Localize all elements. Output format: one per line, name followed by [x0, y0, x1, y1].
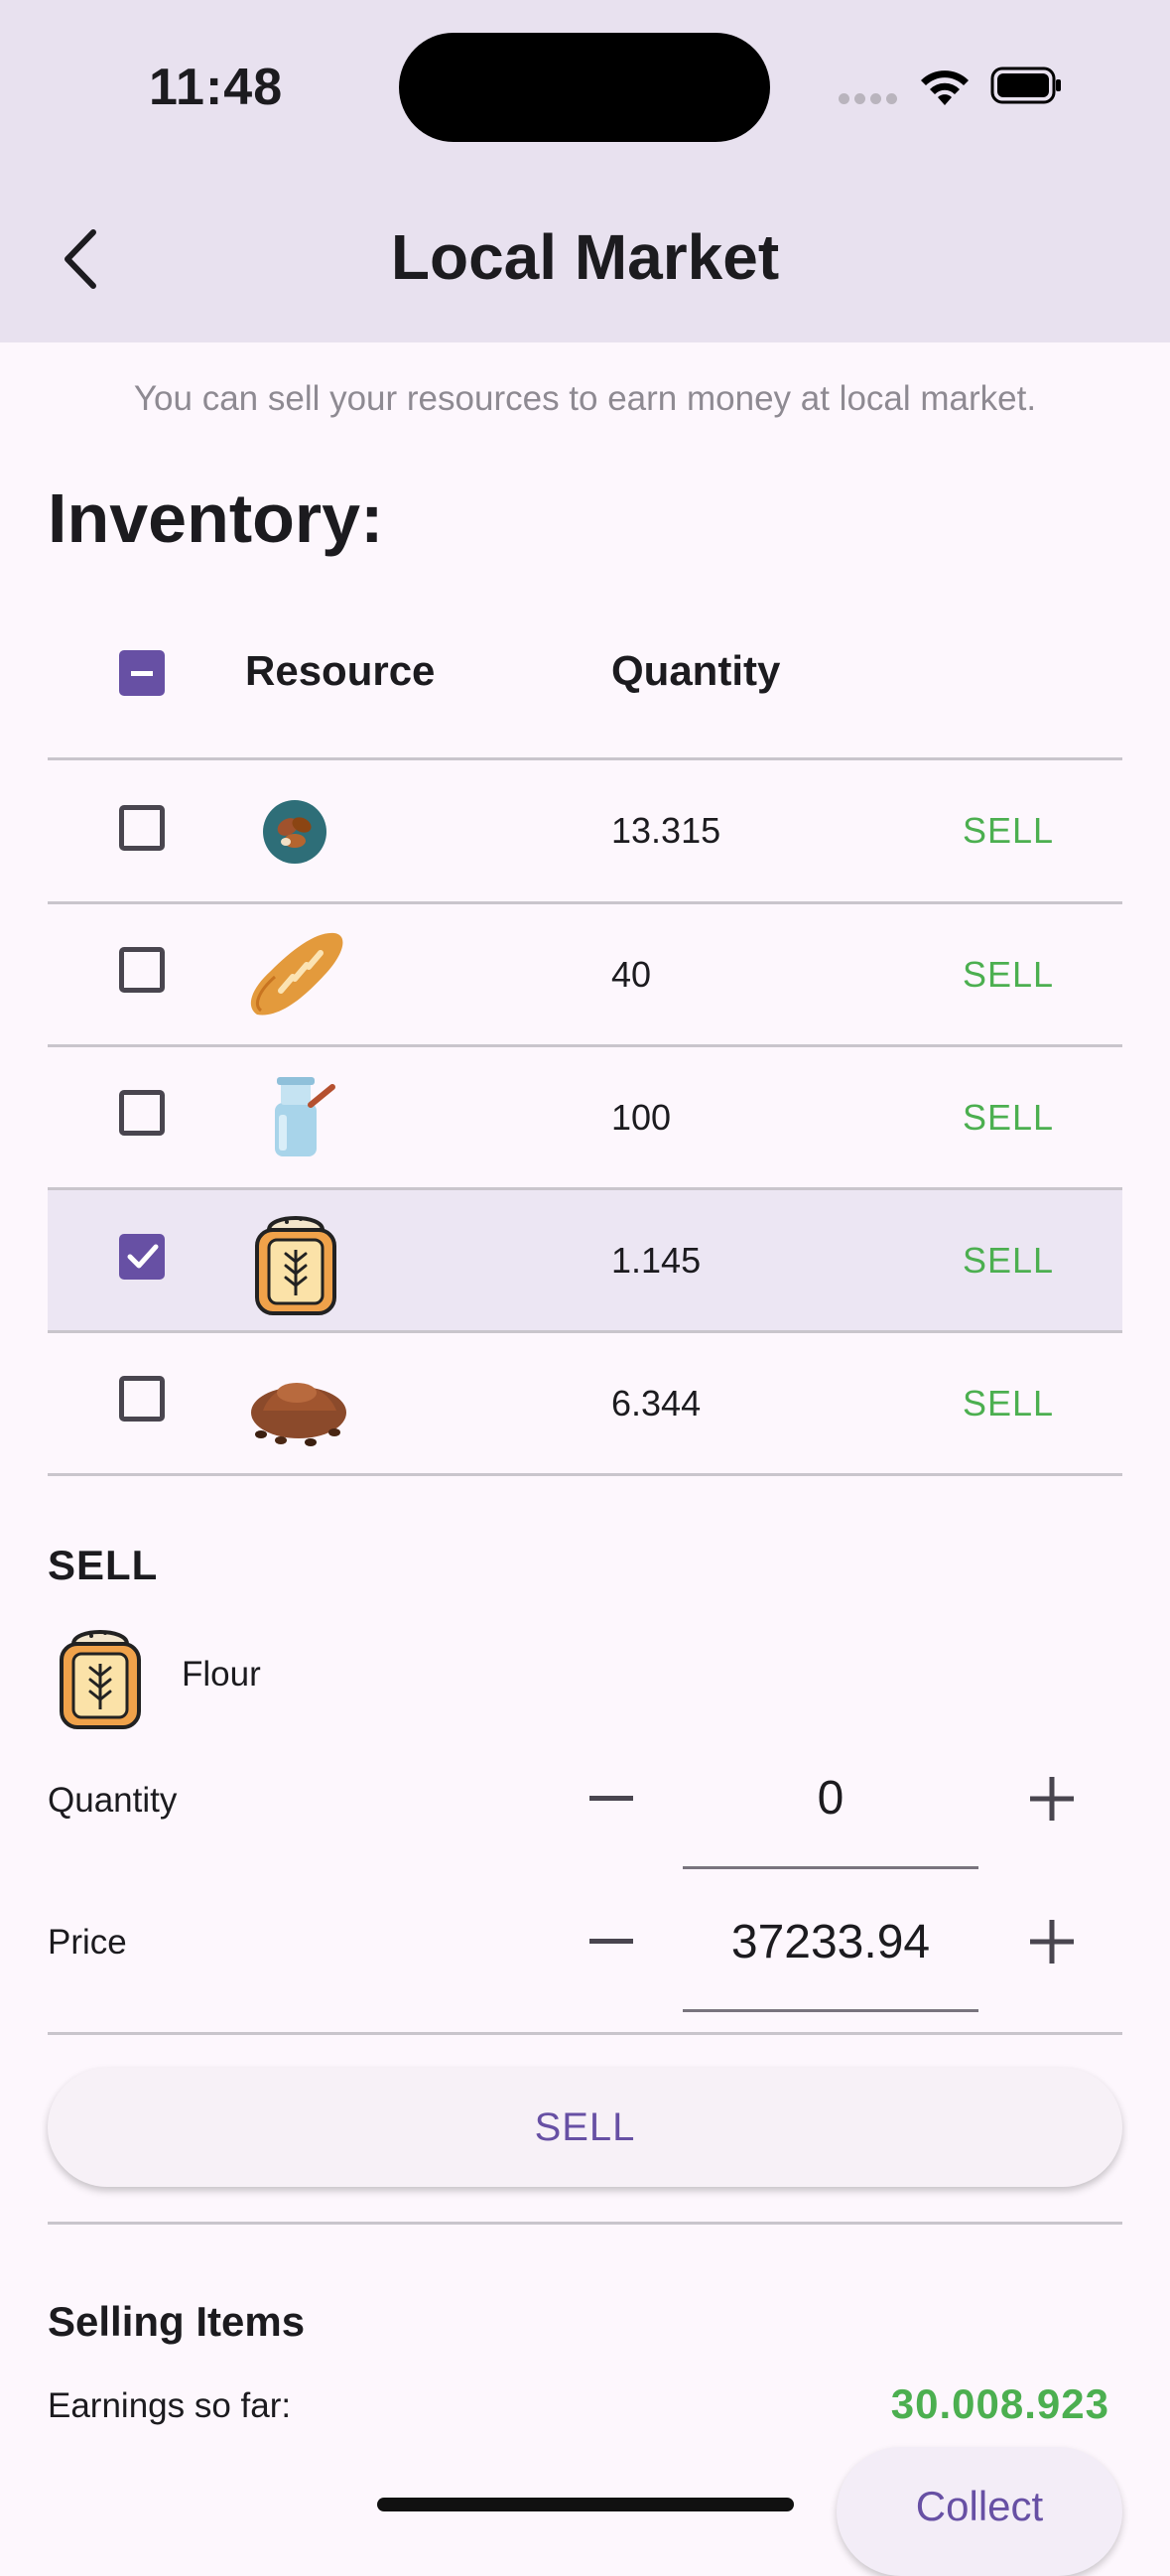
- market-description: You can sell your resources to earn mone…: [133, 379, 1037, 418]
- selected-item-name: Flour: [182, 1655, 261, 1694]
- quantity-input[interactable]: 0: [683, 1771, 978, 1826]
- row-sell-button[interactable]: SELL: [963, 954, 1054, 996]
- flour-sack-icon: [60, 1630, 141, 1729]
- row-checkbox[interactable]: [119, 947, 165, 993]
- row-sell-button[interactable]: SELL: [963, 810, 1054, 852]
- plus-icon[interactable]: [1028, 1918, 1076, 1966]
- cocoa-powder-icon: [251, 1383, 346, 1446]
- row-sell-button[interactable]: SELL: [963, 1383, 1054, 1424]
- row-checkbox[interactable]: [119, 805, 165, 851]
- price-label: Price: [48, 1923, 127, 1962]
- cocoa-beans-icon: [263, 800, 326, 864]
- page-title: Local Market: [390, 221, 780, 293]
- divider: [48, 1473, 1122, 1476]
- table-row: 13.315 SELL: [48, 760, 1122, 903]
- row-checkbox[interactable]: [119, 1090, 165, 1136]
- inventory-heading: Inventory:: [48, 479, 384, 557]
- cellular-signal-icon: [839, 93, 898, 105]
- row-quantity: 6.344: [611, 1383, 702, 1424]
- table-row: 6.344 SELL: [48, 1333, 1122, 1476]
- column-header-resource: Resource: [245, 647, 436, 694]
- dynamic-island: [399, 33, 770, 142]
- status-time: 11:48: [149, 59, 284, 116]
- bread-icon: [250, 932, 343, 1016]
- wifi-icon: [921, 70, 969, 105]
- quantity-label: Quantity: [48, 1781, 178, 1820]
- minus-icon[interactable]: [587, 1922, 635, 1962]
- flour-sack-icon: [255, 1216, 336, 1315]
- row-sell-button[interactable]: SELL: [963, 1097, 1054, 1139]
- divider: [48, 2032, 1122, 2035]
- earnings-value: 30.008.923: [890, 2380, 1109, 2427]
- row-quantity: 1.145: [611, 1240, 702, 1281]
- table-row: 40 SELL: [48, 904, 1122, 1047]
- selling-items-heading: Selling Items: [48, 2298, 306, 2345]
- table-row-selected: 1.145 SELL: [48, 1190, 1122, 1333]
- row-checkbox[interactable]: [119, 1376, 165, 1422]
- battery-icon: [990, 67, 1061, 104]
- row-sell-button[interactable]: SELL: [963, 1240, 1054, 1282]
- row-checkbox-checked[interactable]: [119, 1234, 165, 1280]
- row-quantity: 100: [611, 1097, 672, 1138]
- sell-button[interactable]: SELL: [48, 2068, 1122, 2187]
- column-header-quantity: Quantity: [611, 647, 781, 694]
- sell-section-heading: SELL: [48, 1542, 159, 1588]
- plus-icon[interactable]: [1028, 1775, 1076, 1823]
- collect-button[interactable]: Collect: [837, 2447, 1122, 2576]
- table-row: 100 SELL: [48, 1047, 1122, 1190]
- select-all-checkbox[interactable]: [119, 650, 165, 696]
- divider: [48, 2222, 1122, 2225]
- row-quantity: 40: [611, 954, 652, 995]
- checkmark-icon: [127, 1244, 159, 1269]
- quantity-input-underline: [683, 1866, 978, 1869]
- milk-can-icon: [275, 1077, 335, 1156]
- minus-icon[interactable]: [587, 1779, 635, 1819]
- row-quantity: 13.315: [611, 810, 721, 851]
- price-input-underline: [683, 2009, 978, 2012]
- price-input[interactable]: 37233.94: [683, 1915, 978, 1969]
- earnings-label: Earnings so far:: [48, 2386, 292, 2425]
- home-indicator[interactable]: [377, 2498, 794, 2511]
- minus-icon: [131, 671, 153, 676]
